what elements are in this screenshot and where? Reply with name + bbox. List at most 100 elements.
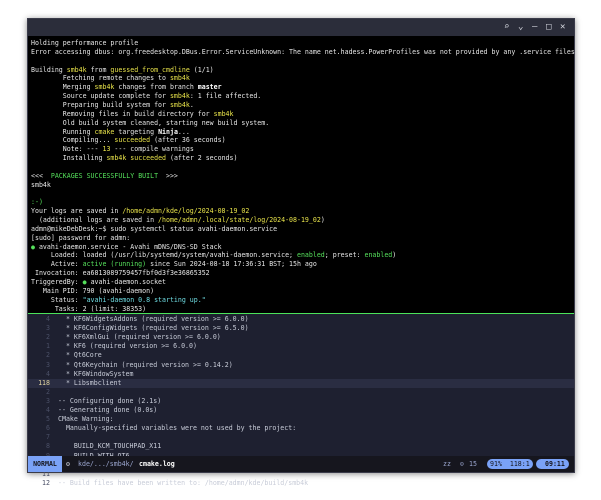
editor-line[interactable]: 1 * KF6 (required version >= 6.0.0): [28, 342, 574, 351]
editor-line[interactable]: 3 * KF6ConfigWidgets (required version >…: [28, 324, 574, 333]
maximize-icon[interactable]: □: [546, 22, 551, 33]
line-number: 118: [38, 378, 50, 387]
terminal-line: Loaded: loaded (/usr/lib/systemd/system/…: [31, 251, 396, 260]
terminal-line: ● avahi-daemon.service - Avahi mDNS/DNS-…: [31, 243, 222, 252]
editor-line[interactable]: 8 BUILD_KCM_TOUCHPAD_X11: [28, 442, 574, 451]
terminal-text: Tasks: 2 (limit: 38353): [31, 304, 147, 313]
editor-line[interactable]: 7: [28, 433, 574, 442]
terminal-text: Source update complete for: [31, 92, 170, 101]
chevron-down-icon[interactable]: ⌄: [518, 22, 523, 33]
editor-line[interactable]: 4 * KF6WindowSystem: [28, 370, 574, 379]
terminal-line: Building smb4k from guessed_from_cmdline…: [31, 66, 214, 75]
search-icon[interactable]: ⌕: [504, 22, 509, 33]
terminal-text: Installing: [31, 154, 107, 163]
terminal-text: .: [189, 100, 194, 109]
terminal-text: Error accessing dbus: org.freedesktop.DB…: [31, 47, 575, 56]
terminal-text: Fetching remote changes to: [31, 74, 170, 83]
file-path-prefix: kde/.../smb4k/: [78, 460, 134, 468]
terminal-text: ): [320, 216, 325, 224]
terminal-text: Invocation: ea6813089759457fbf0d3f3e3686…: [31, 269, 210, 278]
minimize-icon[interactable]: —: [532, 22, 537, 33]
line-text: * KF6 (required version >= 6.0.0): [58, 342, 197, 351]
line-number: 4: [46, 406, 50, 414]
terminal-pane[interactable]: Holding performance profile Error accessi…: [28, 36, 575, 339]
mode-indicator: NORMAL: [28, 456, 62, 472]
line-text: * KF6ConfigWidgets (required version >= …: [58, 324, 249, 333]
terminal-line: smb4k: [31, 181, 51, 190]
line-number: 6: [46, 424, 50, 433]
line-number: 3: [46, 324, 50, 333]
editor-pane[interactable]: 4 * KF6WidgetsAddons (required version >…: [28, 314, 574, 487]
editor-line[interactable]: 3 -- Configuring done (2.1s): [28, 397, 574, 406]
editor-line[interactable]: 3 * Qt6Keychain (required version >= 0.1…: [28, 361, 574, 370]
terminal-text: master: [197, 83, 222, 92]
terminal-line: Main PID: 790 (avahi-daemon): [31, 287, 154, 296]
terminal-text: ...: [177, 127, 190, 136]
terminal-text: smb4k: [66, 65, 87, 74]
terminal-text: cmake: [94, 127, 115, 136]
terminal-line: <<< PACKAGES SUCCESSFULLY BUILT >>>: [31, 172, 178, 181]
terminal-text: ●: [31, 242, 39, 251]
terminal-text: changes from branch: [114, 83, 198, 92]
line-number: 8: [46, 442, 50, 451]
line-text: -- Build files have been written to: /ho…: [58, 478, 309, 487]
terminal-text: succeeded: [114, 136, 151, 145]
editor-line[interactable]: 6 Manually-specified variables were not …: [28, 424, 574, 433]
line-number: 12: [42, 478, 50, 487]
editor-line[interactable]: 4 -- Generating done (0.0s): [28, 406, 574, 415]
editor-line[interactable]: 2: [28, 388, 574, 397]
lsp-icon: ⊙: [460, 460, 464, 468]
terminal-line: Source update complete for smb4k: 1 file…: [31, 92, 262, 101]
line-text: -- Configuring done (2.1s): [58, 396, 162, 405]
terminal-text: /home/admn/kde/log/2024-08-19_02: [122, 207, 250, 216]
terminal-line: (additional logs are saved in /home/admn…: [31, 216, 325, 225]
terminal-text: enabled: [296, 251, 325, 260]
terminal-text: from: [86, 65, 111, 74]
terminal-text: Holding performance profile: [31, 39, 139, 47]
terminal-text: admn@mikeDebDesk:~$ sudo systemctl statu…: [31, 224, 278, 233]
terminal-text: Active:: [31, 260, 83, 269]
current-line[interactable]: 118 * Libsmbclient: [28, 378, 574, 388]
close-icon[interactable]: ✕: [560, 22, 565, 33]
terminal-line: [sudo] password for admn:: [31, 234, 130, 243]
terminal-text: Note: ---: [31, 145, 103, 154]
editor-line[interactable]: 2 * KF6XmlGui (required version >= 6.0.0…: [28, 333, 574, 342]
terminal-text: (1/1): [189, 65, 214, 74]
editor-line[interactable]: 12 -- Build files have been written to: /…: [28, 479, 574, 488]
editor-line[interactable]: 4 * KF6WidgetsAddons (required version >…: [28, 315, 574, 324]
terminal-text: (after 36 seconds): [150, 136, 226, 145]
terminal-text: Removing files in build directory for: [31, 109, 214, 118]
file-name: cmake.log: [139, 460, 175, 468]
terminal-text: : 1 file affected.: [189, 92, 262, 101]
terminal-text: avahi-daemon.service - Avahi mDNS/DNS-SD…: [38, 242, 222, 251]
terminal-text: [sudo] password for admn:: [31, 233, 131, 242]
line-number: 3: [46, 360, 50, 369]
terminal-text: smb4k: [169, 100, 190, 109]
title-bar: ⌕ ⌄ — □ ✕: [28, 19, 574, 36]
terminal-line: Status: "avahi-daemon 0.8 starting up.": [31, 296, 206, 305]
terminal-line: Preparing build system for smb4k.: [31, 101, 194, 110]
terminal-text: since Sun 2024-08-18 17:36:31 BST; 15h a…: [146, 260, 317, 269]
terminal-text: >>>: [158, 171, 178, 180]
terminal-text: "avahi-daemon 0.8 starting up.": [82, 295, 206, 304]
terminal-line: Installing smb4k succeeded (after 2 seco…: [31, 154, 238, 163]
terminal-line: :-): [31, 198, 43, 207]
editor-line[interactable]: 2 * Qt6Core: [28, 351, 574, 360]
terminal-text: Compiling...: [31, 136, 115, 145]
terminal-line: Holding performance profile: [31, 39, 138, 48]
terminal-text: TriggeredBy:: [31, 277, 83, 286]
terminal-line: Your logs are saved in /home/admn/kde/lo…: [31, 207, 249, 216]
line-text: * Qt6Core: [58, 351, 102, 360]
terminal-text: --- compile warnings: [110, 145, 194, 154]
line-text: * KF6WidgetsAddons (required version >= …: [58, 315, 249, 323]
terminal-text: avahi-daemon.socket: [86, 277, 166, 286]
editor-line[interactable]: 5 CMake Warning:: [28, 415, 574, 424]
terminal-text: smb4k: [169, 92, 190, 101]
terminal-text: Preparing build system for: [31, 100, 170, 109]
terminal-text: Running: [31, 127, 95, 136]
terminal-line: Invocation: ea6813089759457fbf0d3f3e3686…: [31, 269, 210, 278]
terminal-line: Removing files in build directory for sm…: [31, 109, 234, 119]
terminal-text: ): [392, 251, 397, 260]
terminal-text: /home/admn/.local/state/log/2024-08-19_0…: [158, 216, 321, 224]
terminal-line: Fetching remote changes to smb4k: [31, 74, 190, 83]
